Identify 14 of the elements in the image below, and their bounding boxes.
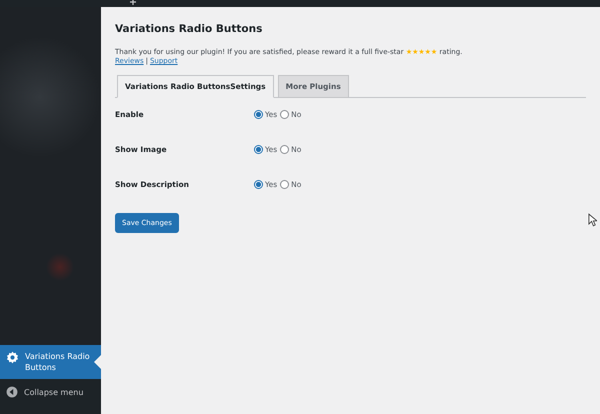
- sidebar-menu-item[interactable]: Variations Radio Buttons: [0, 345, 101, 379]
- gear-icon: [6, 351, 19, 364]
- radio-button[interactable]: [254, 110, 263, 119]
- radio-button[interactable]: [280, 110, 290, 119]
- collapse-icon: [6, 386, 18, 398]
- radio-button[interactable]: [280, 180, 290, 189]
- radio-button[interactable]: [254, 180, 263, 189]
- mouse-pointer-icon: [588, 213, 597, 227]
- page-title: Variations Radio Buttons: [115, 23, 264, 35]
- radio-button[interactable]: [280, 145, 290, 154]
- radio-button[interactable]: [254, 145, 263, 154]
- collapse-menu-button[interactable]: Collapse menu: [0, 379, 101, 414]
- plus-icon: [130, 0, 136, 4]
- menu-pointer-icon: [94, 355, 101, 369]
